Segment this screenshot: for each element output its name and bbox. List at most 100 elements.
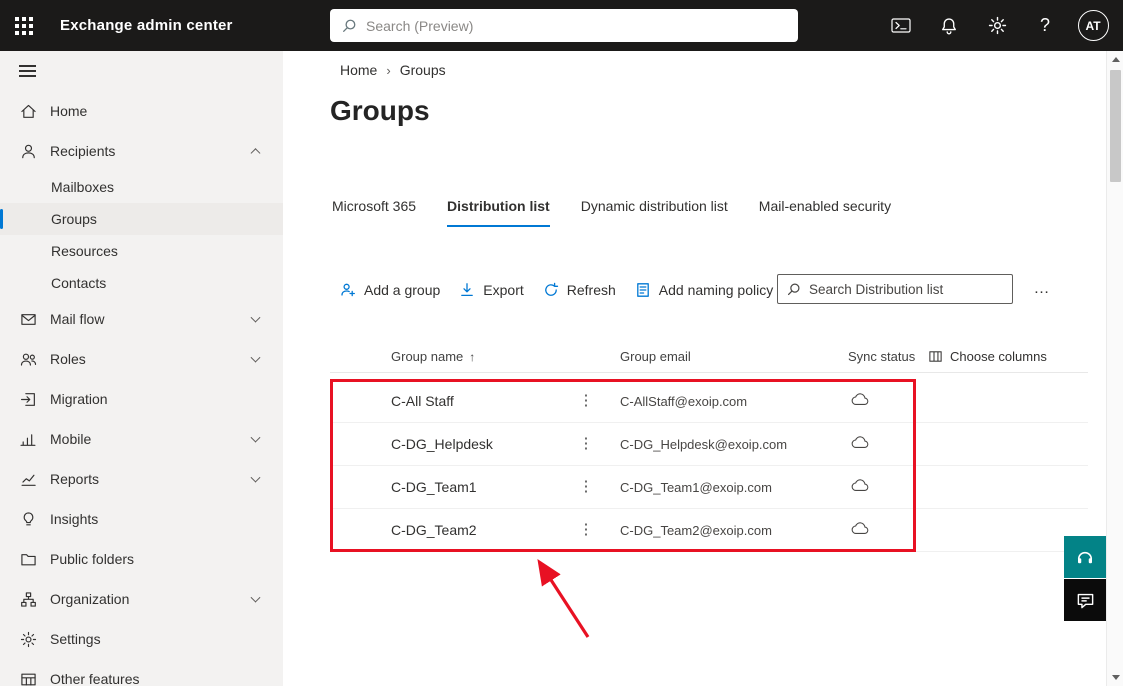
help-question-icon[interactable]: ? <box>1021 0 1069 51</box>
sidebar-item-recipients[interactable]: Recipients <box>0 131 283 171</box>
scrollbar-up-arrow[interactable] <box>1107 51 1123 68</box>
feedback-button[interactable] <box>1064 579 1106 621</box>
row-more-options-icon[interactable]: ⋮ <box>577 434 595 452</box>
left-navigation-sidebar: Home Recipients Mailboxes Groups Resourc… <box>0 51 283 686</box>
cloud-sync-icon <box>851 521 870 541</box>
help-support-button[interactable] <box>1064 536 1106 578</box>
notifications-bell-icon[interactable] <box>925 0 973 51</box>
sidebar-item-mailboxes[interactable]: Mailboxes <box>0 171 283 203</box>
sidebar-item-mobile[interactable]: Mobile <box>0 419 283 459</box>
export-button[interactable]: Export <box>459 281 524 298</box>
choose-columns-label: Choose columns <box>950 349 1047 364</box>
sidebar-item-insights[interactable]: Insights <box>0 499 283 539</box>
add-naming-policy-button[interactable]: Add naming policy <box>635 282 773 298</box>
sidebar-item-home[interactable]: Home <box>0 91 283 131</box>
sidebar-item-label: Recipients <box>50 143 116 159</box>
cloud-sync-icon <box>851 435 870 455</box>
chevron-down-icon <box>250 592 261 603</box>
sort-ascending-icon: ↑ <box>469 349 476 364</box>
table-row[interactable]: C-All Staff ⋮ C-AllStaff@exoip.com <box>330 380 1088 423</box>
chevron-down-icon <box>250 312 261 323</box>
group-table-header: Group name ↑ Group email Sync status Cho… <box>330 344 1088 373</box>
table-row[interactable]: C-DG_Team2 ⋮ C-DG_Team2@exoip.com <box>330 509 1088 552</box>
sidebar-item-label: Migration <box>50 391 108 407</box>
group-name-header-label: Group name <box>391 349 464 364</box>
search-icon <box>343 19 356 32</box>
sidebar-item-migration[interactable]: Migration <box>0 379 283 419</box>
breadcrumb-home-link[interactable]: Home <box>340 62 377 78</box>
breadcrumb: Home › Groups <box>340 62 446 78</box>
sidebar-item-other-features[interactable]: Other features <box>0 659 283 686</box>
sidebar-item-contacts[interactable]: Contacts <box>0 267 283 299</box>
account-avatar[interactable]: AT <box>1069 0 1117 51</box>
sidebar-item-label: Reports <box>50 471 100 487</box>
naming-policy-document-icon <box>636 282 649 297</box>
search-distribution-list-box[interactable] <box>777 274 1013 304</box>
settings-gear-icon[interactable] <box>973 0 1021 51</box>
migration-icon <box>19 390 37 408</box>
group-name-cell[interactable]: C-DG_Team2 <box>391 522 477 538</box>
feedback-speech-bubble-icon <box>1077 593 1093 608</box>
add-naming-policy-label: Add naming policy <box>658 281 774 298</box>
scrollbar-down-arrow[interactable] <box>1107 669 1123 686</box>
powershell-terminal-icon[interactable] <box>877 0 925 51</box>
group-email-cell: C-DG_Team1@exoip.com <box>620 480 772 495</box>
table-row[interactable]: C-DG_Team1 ⋮ C-DG_Team1@exoip.com <box>330 466 1088 509</box>
add-person-icon <box>341 283 355 296</box>
collapse-navigation-hamburger-icon[interactable] <box>0 51 283 91</box>
folder-icon <box>19 550 37 568</box>
mobile-signal-icon <box>19 430 37 448</box>
refresh-button[interactable]: Refresh <box>543 282 616 298</box>
sidebar-item-roles[interactable]: Roles <box>0 339 283 379</box>
sidebar-item-label: Public folders <box>50 551 135 567</box>
scrollbar-thumb[interactable] <box>1110 70 1121 182</box>
add-a-group-label: Add a group <box>364 281 441 298</box>
column-header-group-name[interactable]: Group name ↑ <box>391 349 475 364</box>
sidebar-item-label: Settings <box>50 631 101 647</box>
people-icon <box>19 350 37 368</box>
sidebar-item-public-folders[interactable]: Public folders <box>0 539 283 579</box>
group-email-cell: C-DG_Team2@exoip.com <box>620 523 772 538</box>
sidebar-item-resources[interactable]: Resources <box>0 235 283 267</box>
global-search-input[interactable] <box>366 17 786 34</box>
export-label: Export <box>483 281 524 298</box>
more-options-ellipsis-button[interactable]: … <box>1028 274 1056 304</box>
avatar-initials: AT <box>1077 10 1109 41</box>
breadcrumb-chevron-icon: › <box>386 62 391 78</box>
sidebar-item-label: Contacts <box>51 275 107 291</box>
sidebar-item-label: Mail flow <box>50 311 105 327</box>
row-more-options-icon[interactable]: ⋮ <box>577 520 595 538</box>
main-content: Home › Groups Groups Microsoft 365 Distr… <box>283 51 1106 686</box>
group-name-cell[interactable]: C-All Staff <box>391 393 454 409</box>
choose-columns-button[interactable]: Choose columns <box>928 349 1047 364</box>
sidebar-item-groups[interactable]: Groups <box>0 203 283 235</box>
group-name-cell[interactable]: C-DG_Helpdesk <box>391 436 493 452</box>
app-launcher-waffle-icon[interactable] <box>0 0 48 51</box>
tab-dynamic-distribution-list[interactable]: Dynamic distribution list <box>581 198 728 227</box>
row-more-options-icon[interactable]: ⋮ <box>577 391 595 409</box>
sidebar-item-label: Resources <box>51 243 118 259</box>
add-a-group-button[interactable]: Add a group <box>340 282 440 298</box>
sidebar-item-label: Mailboxes <box>51 179 115 195</box>
tab-microsoft-365[interactable]: Microsoft 365 <box>332 198 416 227</box>
sidebar-item-label: Organization <box>50 591 130 607</box>
group-email-cell: C-AllStaff@exoip.com <box>620 394 748 409</box>
sidebar-item-reports[interactable]: Reports <box>0 459 283 499</box>
chevron-down-icon <box>250 472 261 483</box>
column-header-group-email[interactable]: Group email <box>620 349 691 364</box>
tab-mail-enabled-security[interactable]: Mail-enabled security <box>759 198 891 227</box>
group-name-cell[interactable]: C-DG_Team1 <box>391 479 477 495</box>
tab-distribution-list[interactable]: Distribution list <box>447 198 550 227</box>
column-header-sync-status[interactable]: Sync status <box>848 349 915 364</box>
sidebar-item-organization[interactable]: Organization <box>0 579 283 619</box>
search-distribution-list-input[interactable] <box>809 281 1003 297</box>
vertical-scrollbar[interactable] <box>1106 51 1123 686</box>
sidebar-item-mail-flow[interactable]: Mail flow <box>0 299 283 339</box>
group-email-cell: C-DG_Helpdesk@exoip.com <box>620 437 788 452</box>
chevron-up-icon <box>250 148 261 159</box>
global-search-box[interactable] <box>330 9 798 42</box>
chevron-down-icon <box>250 352 261 363</box>
row-more-options-icon[interactable]: ⋮ <box>577 477 595 495</box>
sidebar-item-settings[interactable]: Settings <box>0 619 283 659</box>
table-row[interactable]: C-DG_Helpdesk ⋮ C-DG_Helpdesk@exoip.com <box>330 423 1088 466</box>
